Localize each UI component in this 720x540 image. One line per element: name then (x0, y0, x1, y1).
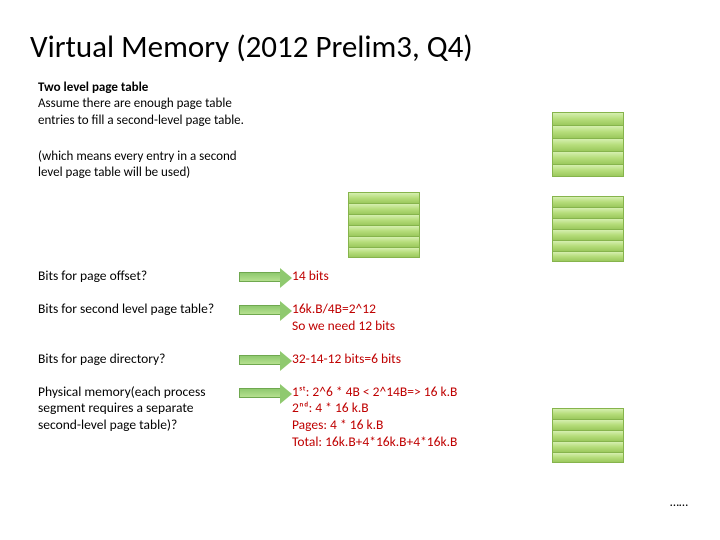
page-table-entry (552, 441, 624, 452)
page-table-entry (552, 151, 624, 164)
page-table-entry (552, 164, 624, 177)
page-table-entry (552, 240, 624, 251)
page-table-entry (348, 192, 420, 203)
qa-row: Physical memory(each process segment req… (38, 384, 558, 452)
page-table-entry (552, 229, 624, 240)
aside-line-1: (which means every entry in a second (38, 149, 320, 165)
page-table-block (348, 192, 420, 258)
answer: 16k.B/4B=2^12So we need 12 bits (292, 301, 558, 335)
intro-line-1: Assume there are enough page table (38, 96, 320, 112)
page-table-entry (552, 138, 624, 151)
qa-grid: Bits for page offset? 14 bits Bits for s… (38, 268, 558, 467)
page-title: Virtual Memory (2012 Prelim3, Q4) (0, 0, 720, 80)
page-table-entry (552, 218, 624, 229)
qa-row: Bits for second level page table? 16k.B/… (38, 301, 558, 335)
page-table-entry (552, 408, 624, 419)
arrow-icon (228, 384, 292, 398)
page-table-entry (348, 236, 420, 247)
question: Physical memory(each process segment req… (38, 384, 228, 435)
intro-bold: Two level page table (38, 80, 320, 96)
page-table-entry (348, 214, 420, 225)
aside-text: (which means every entry in a second lev… (0, 135, 320, 188)
ellipsis: …… (670, 495, 688, 510)
question: Bits for page directory? (38, 351, 228, 368)
question: Bits for second level page table? (38, 301, 228, 318)
answer: 32-14-12 bits=6 bits (292, 351, 558, 368)
qa-row: Bits for page directory? 32-14-12 bits=6… (38, 351, 558, 368)
page-table-entry (552, 196, 624, 207)
page-table-entry (348, 225, 420, 236)
answer: 14 bits (292, 268, 558, 285)
page-table-entry (552, 125, 624, 138)
arrow-icon (228, 301, 292, 315)
page-table-block (552, 408, 624, 463)
page-table-entry (552, 207, 624, 218)
page-table-entry (552, 251, 624, 262)
arrow-icon (228, 351, 292, 365)
aside-line-2: level page table will be used) (38, 165, 320, 181)
answer: 1ˢᵗ: 2^6 * 4B < 2^14B=> 16 k.B2ⁿᵈ: 4 * 1… (292, 384, 558, 452)
qa-row: Bits for page offset? 14 bits (38, 268, 558, 285)
page-table-block (552, 112, 624, 177)
question: Bits for page offset? (38, 268, 228, 285)
intro-text: Two level page table Assume there are en… (0, 80, 320, 135)
page-table-entry (348, 247, 420, 258)
intro-line-2: entries to fill a second-level page tabl… (38, 113, 320, 129)
page-table-block (552, 196, 624, 262)
page-table-entry (552, 452, 624, 463)
page-table-entry (348, 203, 420, 214)
page-table-entry (552, 419, 624, 430)
page-table-entry (552, 430, 624, 441)
page-table-entry (552, 112, 624, 125)
arrow-icon (228, 268, 292, 282)
